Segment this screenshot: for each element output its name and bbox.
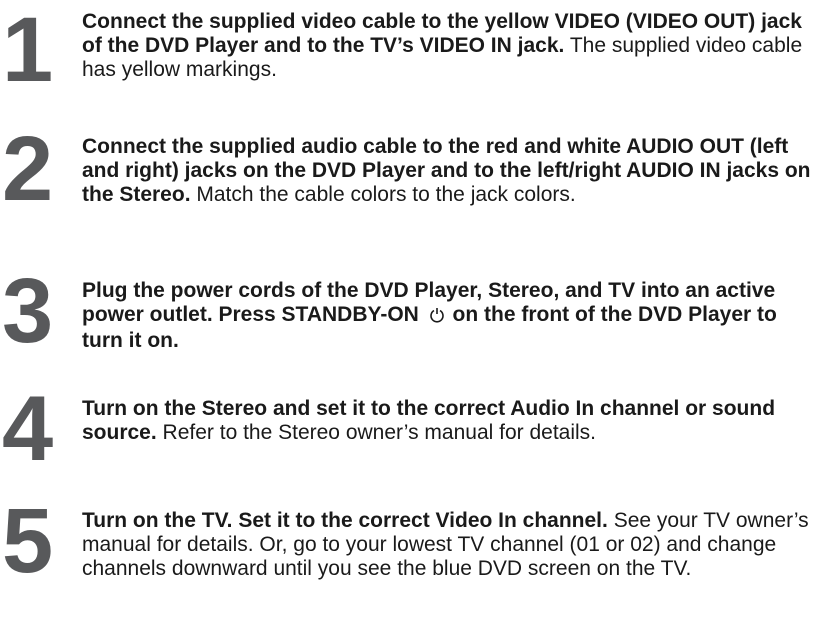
step-text: Connect the supplied audio cable to the … bbox=[82, 135, 822, 207]
step-text: Plug the power cords of the DVD Player, … bbox=[82, 279, 822, 353]
step-number: 1 bbox=[2, 0, 53, 101]
step-number: 4 bbox=[2, 378, 53, 480]
standby-power-icon bbox=[429, 305, 445, 329]
step-number: 3 bbox=[2, 260, 53, 362]
step-note: Match the cable colors to the jack color… bbox=[196, 183, 576, 206]
step-text: Connect the supplied video cable to the … bbox=[82, 10, 822, 82]
step-text: Turn on the Stereo and set it to the cor… bbox=[82, 397, 822, 445]
step-note: Refer to the Stereo owner’s manual for d… bbox=[162, 421, 596, 444]
step-number: 2 bbox=[2, 118, 53, 220]
step-instruction: Turn on the TV. Set it to the correct Vi… bbox=[82, 509, 608, 532]
step-text: Turn on the TV. Set it to the correct Vi… bbox=[82, 509, 822, 581]
step-number: 5 bbox=[2, 490, 53, 592]
